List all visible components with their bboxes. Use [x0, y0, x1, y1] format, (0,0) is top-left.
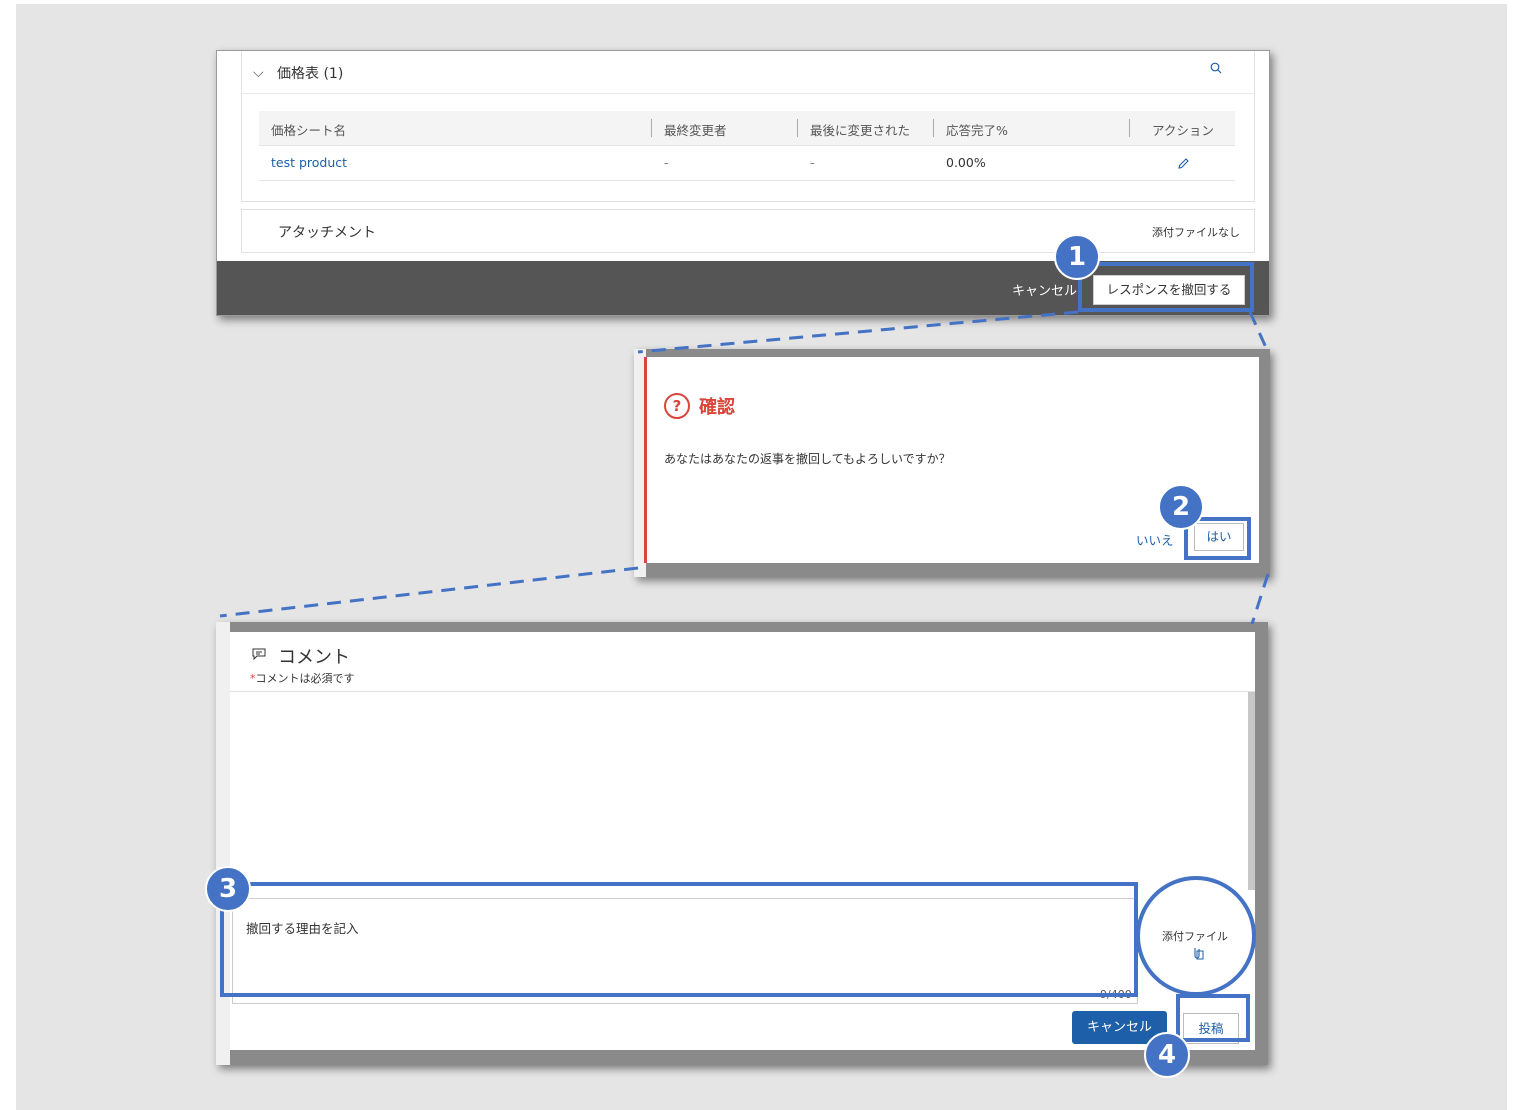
highlight-post-button [1176, 994, 1250, 1042]
highlight-attach-file [1136, 876, 1256, 996]
step-badge-3: 3 [205, 866, 251, 912]
step-badge-2: 2 [1158, 484, 1204, 530]
step-badge-1: 1 [1054, 234, 1100, 280]
highlight-comment-input [220, 882, 1138, 997]
step-badge-4: 4 [1144, 1032, 1190, 1078]
highlight-retract-button [1078, 262, 1254, 312]
